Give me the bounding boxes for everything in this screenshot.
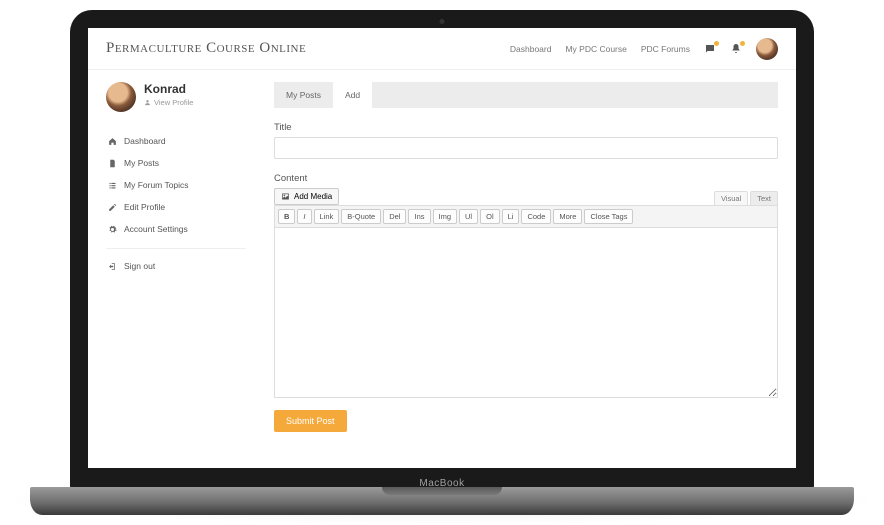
user-icon	[144, 99, 151, 106]
sidebar-item-forum-topics[interactable]: My Forum Topics	[106, 174, 246, 196]
main-content: My Posts Add Title Content Add Media Vis…	[274, 82, 778, 432]
user-name: Konrad	[144, 82, 193, 96]
list-icon	[108, 181, 117, 190]
toolbar-li[interactable]: Li	[502, 209, 520, 224]
content-label: Content	[274, 173, 778, 184]
submit-post-button[interactable]: Submit Post	[274, 410, 347, 432]
toolbar-code[interactable]: Code	[521, 209, 551, 224]
nav-list: Dashboard My Posts My Forum Topics Edit …	[106, 130, 246, 277]
add-media-label: Add Media	[294, 192, 332, 201]
sidebar-item-label: Edit Profile	[124, 202, 165, 212]
editor-tab-text[interactable]: Text	[750, 191, 778, 205]
file-icon	[108, 159, 117, 168]
chat-badge	[714, 41, 719, 46]
media-row: Add Media Visual Text	[274, 188, 778, 205]
content-textarea[interactable]	[274, 228, 778, 398]
toolbar-bquote[interactable]: B-Quote	[341, 209, 381, 224]
sidebar-item-label: Sign out	[124, 261, 155, 271]
sidebar-item-label: Account Settings	[124, 224, 188, 234]
toolbar-close-tags[interactable]: Close Tags	[584, 209, 633, 224]
view-profile-label: View Profile	[154, 98, 193, 107]
editor-tab-visual[interactable]: Visual	[714, 191, 748, 205]
sidebar-item-label: Dashboard	[124, 136, 166, 146]
sidebar-item-label: My Posts	[124, 158, 159, 168]
camera-dot	[440, 19, 445, 24]
title-label: Title	[274, 122, 778, 133]
toolbar-ins[interactable]: Ins	[408, 209, 430, 224]
bell-icon[interactable]	[730, 43, 742, 55]
toolbar-img[interactable]: Img	[433, 209, 458, 224]
nav-dashboard[interactable]: Dashboard	[510, 44, 552, 54]
sidebar-item-my-posts[interactable]: My Posts	[106, 152, 246, 174]
tab-my-posts[interactable]: My Posts	[274, 82, 333, 108]
media-icon	[281, 192, 290, 201]
laptop-frame: Permaculture Course Online Dashboard My …	[70, 10, 814, 490]
user-block: Konrad View Profile	[106, 82, 246, 112]
topbar: Permaculture Course Online Dashboard My …	[88, 28, 796, 70]
avatar[interactable]	[756, 38, 778, 60]
sidebar-item-label: My Forum Topics	[124, 180, 189, 190]
device-brand: MacBook	[419, 478, 464, 489]
editor-toolbar: B I Link B-Quote Del Ins Img Ul Ol Li Co…	[274, 205, 778, 228]
toolbar-bold[interactable]: B	[278, 209, 295, 224]
home-icon	[108, 137, 117, 146]
content-tabs: My Posts Add	[274, 82, 778, 108]
screen: Permaculture Course Online Dashboard My …	[88, 28, 796, 468]
site-title: Permaculture Course Online	[106, 40, 306, 57]
sidebar-item-account-settings[interactable]: Account Settings	[106, 218, 246, 240]
toolbar-del[interactable]: Del	[383, 209, 406, 224]
nav-my-course[interactable]: My PDC Course	[565, 44, 626, 54]
top-nav: Dashboard My PDC Course PDC Forums	[510, 38, 778, 60]
bell-badge	[740, 41, 745, 46]
body: Konrad View Profile Dashboard My	[88, 70, 796, 432]
add-media-button[interactable]: Add Media	[274, 188, 339, 205]
toolbar-link[interactable]: Link	[314, 209, 340, 224]
gear-icon	[108, 225, 117, 234]
edit-icon	[108, 203, 117, 212]
toolbar-ul[interactable]: Ul	[459, 209, 478, 224]
title-input[interactable]	[274, 137, 778, 159]
signout-icon	[108, 262, 117, 271]
avatar-large	[106, 82, 136, 112]
toolbar-italic[interactable]: I	[297, 209, 311, 224]
laptop-base	[30, 487, 854, 515]
nav-forums[interactable]: PDC Forums	[641, 44, 690, 54]
toolbar-ol[interactable]: Ol	[480, 209, 500, 224]
tab-add[interactable]: Add	[333, 82, 372, 108]
sidebar-item-edit-profile[interactable]: Edit Profile	[106, 196, 246, 218]
toolbar-more[interactable]: More	[553, 209, 582, 224]
editor-mode-tabs: Visual Text	[714, 191, 778, 205]
sidebar: Konrad View Profile Dashboard My	[106, 82, 246, 432]
sidebar-item-dashboard[interactable]: Dashboard	[106, 130, 246, 152]
chat-icon[interactable]	[704, 43, 716, 55]
sidebar-item-signout[interactable]: Sign out	[106, 248, 246, 277]
view-profile-link[interactable]: View Profile	[144, 98, 193, 107]
